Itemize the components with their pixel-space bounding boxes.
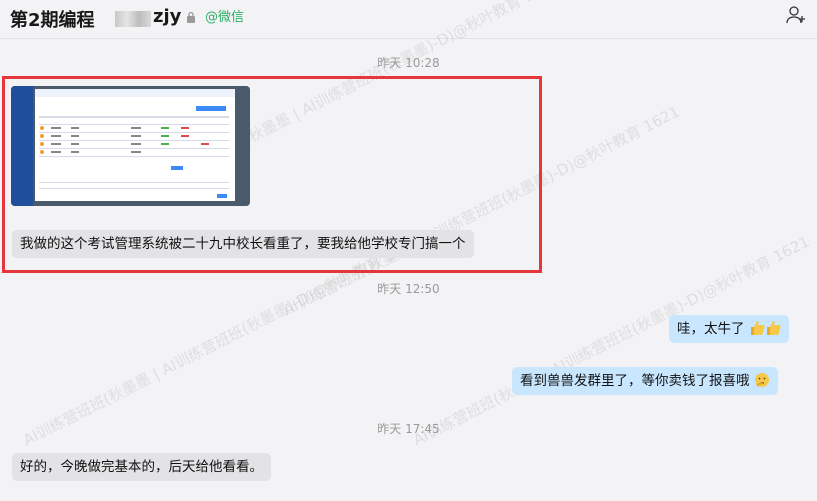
lock-icon bbox=[187, 11, 195, 23]
message-bubble-right[interactable]: 哇，太牛了 bbox=[669, 315, 789, 343]
thumbs-up-icon bbox=[750, 321, 765, 335]
thumbs-up-icon bbox=[766, 321, 781, 335]
message-text: 好的，今晚做完基本的，后天给他看看。 bbox=[20, 459, 263, 475]
wechat-source-label: @微信 bbox=[205, 10, 245, 25]
timestamp: 昨天 17:45 bbox=[377, 422, 440, 436]
chat-title[interactable]: 第2期编程 bbox=[10, 6, 95, 32]
message-bubble-left[interactable]: 好的，今晚做完基本的，后天给他看看。 bbox=[12, 453, 271, 481]
exam-system-screenshot bbox=[11, 86, 250, 206]
timestamp: 昨天 12:50 bbox=[377, 282, 440, 296]
redacted-name bbox=[115, 11, 151, 27]
chat-header: 第2期编程 zjy @微信 bbox=[0, 0, 817, 39]
timestamp: 昨天 10:28 bbox=[377, 56, 440, 70]
message-bubble-right[interactable]: 看到兽兽发群里了，等你卖钱了报喜哦 bbox=[512, 367, 778, 395]
message-bubble-left[interactable]: 我做的这个考试管理系统被二十九中校长看重了，要我给他学校专门搞一个 bbox=[12, 230, 474, 258]
message-image-thumbnail[interactable] bbox=[11, 86, 250, 206]
message-text: 哇，太牛了 bbox=[677, 321, 745, 337]
thinking-face-icon bbox=[754, 373, 769, 387]
add-member-icon[interactable] bbox=[785, 4, 807, 26]
message-text: 看到兽兽发群里了，等你卖钱了报喜哦 bbox=[520, 373, 750, 389]
message-text: 我做的这个考试管理系统被二十九中校长看重了，要我给他学校专门搞一个 bbox=[20, 236, 466, 252]
chat-title-suffix[interactable]: zjy bbox=[153, 6, 181, 27]
